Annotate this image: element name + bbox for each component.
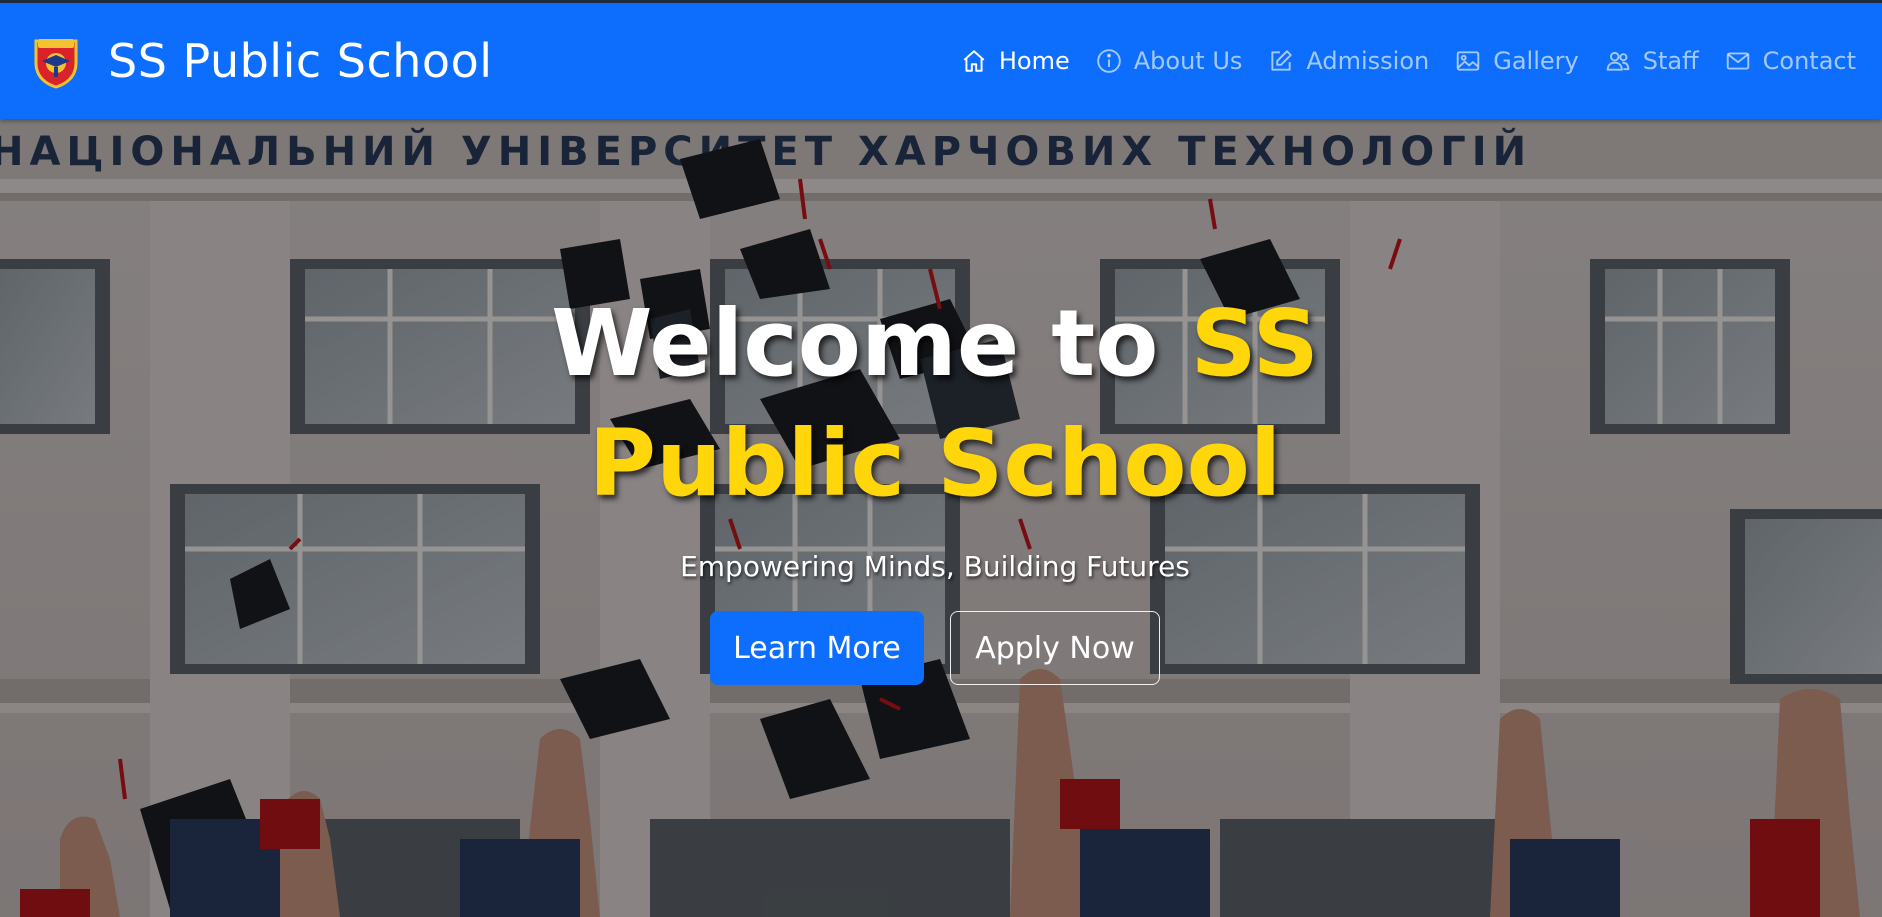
nav-item-about-us[interactable]: About Us <box>1096 47 1243 75</box>
hero-title: Welcome to SS Public School <box>385 284 1485 524</box>
image-icon <box>1456 51 1480 71</box>
pencil-square-icon <box>1271 50 1293 71</box>
apply-now-button[interactable]: Apply Now <box>950 611 1160 685</box>
nav-item-gallery[interactable]: Gallery <box>1455 47 1579 75</box>
nav-label-about-us: About Us <box>1133 47 1243 75</box>
learn-more-button[interactable]: Learn More <box>710 611 924 685</box>
nav-label-staff: Staff <box>1642 47 1699 75</box>
hero-section: НАЦІОНАЛЬНИЙ УНІВЕРСИТЕТ ХАРЧОВИХ ТЕХНОЛ… <box>0 119 1882 917</box>
nav-label-home: Home <box>998 47 1070 75</box>
brand-name: SS Public School <box>108 34 493 88</box>
nav-item-contact[interactable]: Contact <box>1725 47 1856 75</box>
hero-content: Welcome to SS Public School Empowering M… <box>0 284 1870 685</box>
info-circle-icon <box>1096 49 1121 73</box>
main-nav: Home About Us Admission Gallery Staff Co… <box>935 47 1856 75</box>
nav-item-staff[interactable]: Staff <box>1605 47 1699 75</box>
nav-item-home[interactable]: Home <box>961 47 1070 75</box>
people-icon <box>1606 51 1630 71</box>
top-navbar: SS Public School Home About Us Admission… <box>0 0 1882 119</box>
brand-link[interactable]: SS Public School <box>28 33 493 89</box>
school-logo <box>34 39 78 89</box>
nav-label-admission: Admission <box>1306 47 1430 75</box>
hero-button-group: Learn More Apply Now <box>0 611 1870 685</box>
envelope-icon <box>1726 52 1749 70</box>
page: SS Public School Home About Us Admission… <box>0 0 1882 917</box>
nav-item-admission[interactable]: Admission <box>1268 47 1429 75</box>
house-icon <box>963 50 985 72</box>
nav-label-contact: Contact <box>1762 47 1856 75</box>
hero-title-prefix: Welcome to <box>551 290 1191 397</box>
hero-subtitle: Empowering Minds, Building Futures <box>680 550 1190 583</box>
nav-label-gallery: Gallery <box>1493 47 1579 75</box>
